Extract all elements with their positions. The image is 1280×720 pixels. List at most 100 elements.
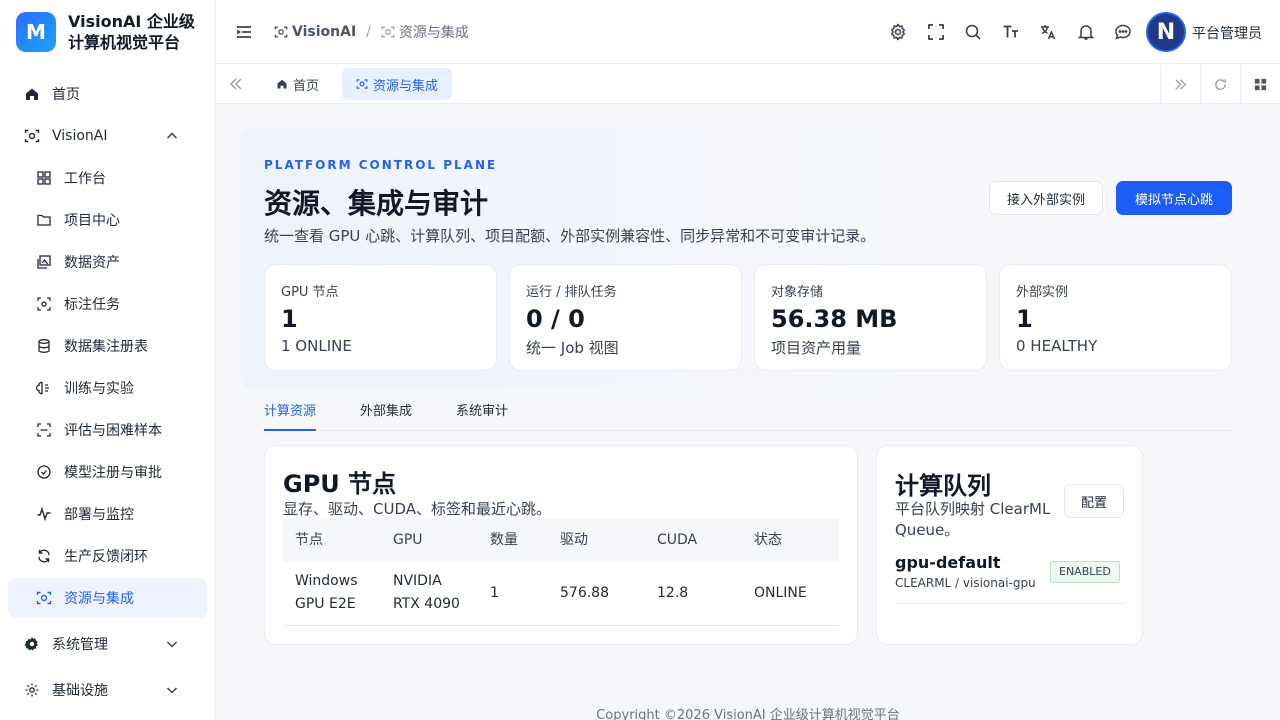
search-icon[interactable]	[961, 20, 985, 44]
tab-system-audit[interactable]: 系统审计	[456, 402, 508, 431]
column-header: 驱动	[560, 532, 588, 548]
scan-icon	[36, 296, 52, 312]
tab-home[interactable]: 首页	[262, 68, 333, 100]
content-tabs: 计算资源 外部集成 系统审计	[264, 402, 1232, 431]
sidebar-item-workbench[interactable]: 工作台	[8, 158, 207, 198]
stat-sub: 0 HEALTHY	[1016, 337, 1098, 355]
description-line: 平台队列映射 ClearML	[895, 500, 1051, 518]
sidebar-item-infrastructure[interactable]: 基础设施	[8, 670, 207, 710]
fullscreen-icon[interactable]	[924, 20, 948, 44]
top-header: VisionAI / 资源与集成 N 平台管理员	[216, 0, 1280, 64]
gpu-nodes-table: 节点 GPU 数量 驱动 CUDA 状态 Windows GPU E2E NVI…	[283, 519, 839, 626]
sidebar-item-annotation[interactable]: 标注任务	[8, 284, 207, 324]
images-icon	[36, 254, 52, 270]
database-icon	[36, 338, 52, 354]
sidebar-item-home[interactable]: 首页	[8, 74, 207, 114]
card-title: 计算队列	[895, 472, 991, 500]
cell-line: GPU E2E	[295, 596, 356, 612]
sidebar-item-dataset-registry[interactable]: 数据集注册表	[8, 326, 207, 366]
brand[interactable]: M VisionAI 企业级计算机视觉平台	[0, 0, 215, 64]
stat-value: 1	[1016, 305, 1033, 333]
scroll-left-icon[interactable]	[228, 76, 244, 92]
scan-eye-icon	[36, 590, 52, 606]
sidebar-item-label: 训练与实验	[64, 381, 134, 397]
queue-meta: CLEARML / visionai-gpu	[895, 576, 1036, 590]
card-title: GPU 节点	[283, 470, 397, 498]
page-eyebrow: PLATFORM CONTROL PLANE	[264, 158, 498, 172]
breadcrumb-label: 资源与集成	[398, 24, 469, 41]
sidebar-item-label: 生产反馈闭环	[64, 549, 148, 565]
column-header: 节点	[295, 532, 323, 548]
tab-external-integrations[interactable]: 外部集成	[360, 402, 412, 431]
brand-logo: M	[16, 12, 56, 52]
simulate-heartbeat-button[interactable]: 模拟节点心跳	[1116, 181, 1232, 215]
tab-menu-button[interactable]	[1240, 64, 1280, 104]
breadcrumb-item-visionai[interactable]: VisionAI	[274, 24, 356, 40]
column-header: GPU	[393, 532, 423, 548]
user-name[interactable]: 平台管理员	[1192, 23, 1262, 43]
cell-node: Windows GPU E2E	[295, 570, 358, 616]
translate-icon[interactable]	[1036, 20, 1060, 44]
refresh-tab-button[interactable]	[1200, 64, 1240, 104]
sidebar-item-training[interactable]: 训练与实验	[8, 368, 207, 408]
sidebar-item-label: 首页	[52, 87, 80, 103]
table-row[interactable]: Windows GPU E2E NVIDIA RTX 4090 1 576.88…	[283, 562, 839, 626]
card-description: 平台队列映射 ClearML Queue。	[895, 499, 1050, 541]
sidebar-item-system[interactable]: 系统管理	[8, 624, 207, 664]
stat-card-storage: 对象存储 56.38 MB 项目资产用量	[754, 264, 987, 371]
tab-resources[interactable]: 资源与集成	[342, 68, 453, 100]
sidebar-item-feedback[interactable]: 生产反馈闭环	[8, 536, 207, 576]
settings-icon[interactable]	[886, 20, 910, 44]
sidebar-item-data-assets[interactable]: 数据资产	[8, 242, 207, 282]
sidebar-item-label: VisionAI	[52, 128, 108, 144]
chevron-up-icon	[166, 132, 178, 139]
stat-label: 对象存储	[771, 285, 824, 300]
configure-button[interactable]: 配置	[1064, 484, 1124, 518]
queue-name: gpu-default	[895, 553, 1001, 572]
cell-status: ONLINE	[754, 585, 807, 601]
sidebar-item-evaluation[interactable]: 评估与困难样本	[8, 410, 207, 450]
menu-toggle-icon[interactable]	[234, 22, 254, 42]
sidebar-item-projects[interactable]: 项目中心	[8, 200, 207, 240]
bell-icon[interactable]	[1074, 20, 1098, 44]
sidebar-item-label: 模型注册与审批	[64, 465, 162, 481]
stat-value: 0 / 0	[526, 305, 585, 333]
home-icon	[24, 86, 40, 102]
cell-cuda: 12.8	[657, 585, 689, 601]
stat-label: 运行 / 排队任务	[526, 285, 617, 300]
sidebar-nav: 首页 VisionAI 工作台 项目中心 数据资产 标注任务 数据集注册表 训练…	[0, 74, 215, 710]
card-description: 显存、驱动、CUDA、标签和最近心跳。	[283, 500, 552, 518]
scroll-right-button[interactable]	[1160, 64, 1200, 104]
stat-sub: 项目资产用量	[771, 339, 862, 357]
message-icon[interactable]	[1111, 20, 1135, 44]
tab-compute-resources[interactable]: 计算资源	[264, 402, 317, 431]
connect-external-instance-button[interactable]: 接入外部实例	[989, 181, 1103, 215]
sidebar-item-model-registry[interactable]: 模型注册与审批	[8, 452, 207, 492]
sidebar: M VisionAI 企业级计算机视觉平台 首页 VisionAI 工作台 项目…	[0, 0, 216, 720]
breadcrumb-label: VisionAI	[292, 23, 357, 40]
font-size-icon[interactable]	[999, 20, 1023, 44]
sidebar-item-visionai[interactable]: VisionAI	[8, 116, 207, 156]
stat-label: 外部实例	[1016, 285, 1069, 300]
tab-label: 资源与集成	[373, 78, 439, 94]
folder-icon	[36, 212, 52, 228]
sidebar-item-label: 部署与监控	[64, 507, 134, 523]
tab-label: 首页	[293, 78, 320, 94]
gpu-nodes-card: GPU 节点 显存、驱动、CUDA、标签和最近心跳。 节点 GPU 数量 驱动 …	[264, 445, 858, 645]
sidebar-item-resources[interactable]: 资源与集成	[8, 578, 207, 618]
sidebar-item-deployment[interactable]: 部署与监控	[8, 494, 207, 534]
breadcrumb-item-resources[interactable]: 资源与集成	[381, 22, 469, 42]
brand-name: VisionAI 企业级计算机视觉平台	[68, 12, 195, 52]
sidebar-item-label: 工作台	[64, 171, 106, 187]
check-circle-icon	[36, 464, 52, 480]
scroll-right-icon	[1175, 78, 1187, 90]
avatar[interactable]: N	[1146, 12, 1186, 52]
sidebar-item-label: 资源与集成	[64, 591, 134, 607]
stat-card-external-instances: 外部实例 1 0 HEALTHY	[999, 264, 1232, 371]
home-icon	[277, 79, 287, 89]
stat-card-gpu-nodes: GPU 节点 1 1 ONLINE	[264, 264, 497, 371]
page-description: 统一查看 GPU 心跳、计算队列、项目配额、外部实例兼容性、同步异常和不可变审计…	[264, 227, 876, 245]
main-content: PLATFORM CONTROL PLANE 资源、集成与审计 统一查看 GPU…	[216, 104, 1280, 720]
sidebar-item-label: 基础设施	[52, 683, 108, 699]
status-badge: ENABLED	[1050, 561, 1120, 583]
